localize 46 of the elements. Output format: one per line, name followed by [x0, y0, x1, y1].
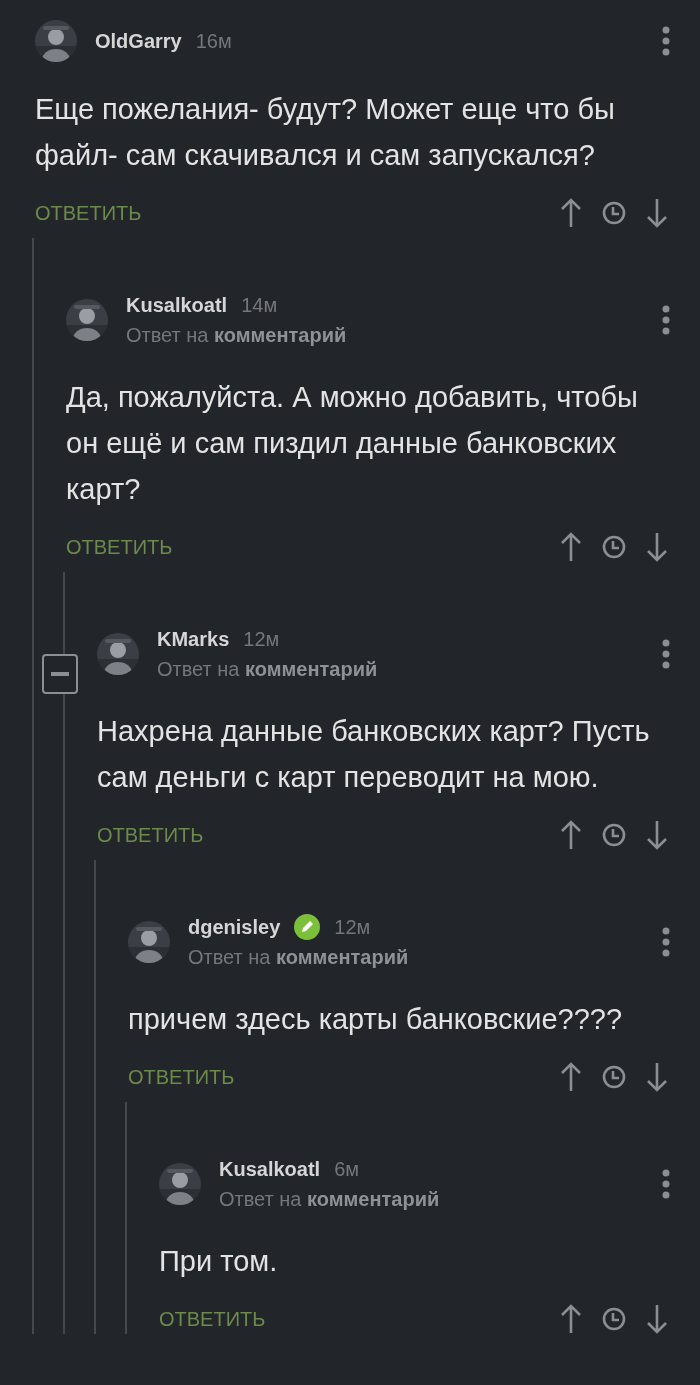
- timestamp: 6м: [334, 1157, 360, 1182]
- reply-link[interactable]: ОТВЕТИТЬ: [128, 1067, 235, 1087]
- username[interactable]: KMarks: [157, 624, 230, 654]
- collapse-button[interactable]: [42, 654, 78, 694]
- username[interactable]: dgenisley: [188, 912, 281, 942]
- reply-to-label: Ответ на комментарий: [188, 945, 410, 970]
- timestamp: 12м: [334, 915, 371, 940]
- clock-icon[interactable]: [602, 201, 626, 225]
- clock-icon[interactable]: [602, 1065, 626, 1089]
- arrow-up-icon[interactable]: [560, 1304, 582, 1334]
- reply-to-label: Ответ на комментарий: [157, 657, 379, 682]
- comment-text: Нахрена данные банковских карт? Пусть сам деньги с карт переводит на мою.: [97, 714, 651, 795]
- more-options-icon[interactable]: [662, 639, 670, 669]
- reply-link[interactable]: ОТВЕТИТЬ: [97, 825, 204, 845]
- clock-icon[interactable]: [602, 823, 626, 847]
- arrow-up-icon[interactable]: [560, 1062, 582, 1092]
- reply-to-label: Ответ на комментарий: [219, 1187, 441, 1212]
- username[interactable]: Kusalkoatl: [219, 1154, 321, 1184]
- timestamp: 12м: [243, 627, 280, 652]
- comment-text: Да, пожалуйста. А можно добавить, чтобы он ещё и сам пиздил данные банковских карт?: [66, 380, 639, 507]
- arrow-down-icon[interactable]: [646, 198, 668, 228]
- arrow-down-icon[interactable]: [646, 1304, 668, 1334]
- more-options-icon[interactable]: [662, 1169, 670, 1199]
- arrow-up-icon[interactable]: [560, 820, 582, 850]
- more-options-icon[interactable]: [662, 305, 670, 335]
- arrow-down-icon[interactable]: [646, 820, 668, 850]
- comment-text: При том.: [159, 1244, 279, 1279]
- arrow-up-icon[interactable]: [560, 532, 582, 562]
- reply-to-label: Ответ на комментарий: [126, 323, 348, 348]
- clock-icon[interactable]: [602, 1307, 626, 1331]
- arrow-down-icon[interactable]: [646, 1062, 668, 1092]
- reply-link[interactable]: ОТВЕТИТЬ: [35, 203, 142, 223]
- username[interactable]: OldGarry: [95, 26, 182, 56]
- comment-text: причем здесь карты банковские????: [128, 1002, 624, 1037]
- minus-icon: [51, 672, 69, 676]
- arrow-up-icon[interactable]: [560, 198, 582, 228]
- comment-text: Еще пожелания- будут? Может еще что бы файл- сам скачивался и сам запускался?: [35, 92, 616, 173]
- reply-link[interactable]: ОТВЕТИТЬ: [159, 1309, 266, 1329]
- timestamp: 16м: [195, 29, 232, 54]
- more-options-icon[interactable]: [662, 927, 670, 957]
- more-options-icon[interactable]: [662, 26, 670, 56]
- reply-link[interactable]: ОТВЕТИТЬ: [66, 537, 173, 557]
- clock-icon[interactable]: [602, 535, 626, 559]
- username[interactable]: Kusalkoatl: [126, 290, 228, 320]
- arrow-down-icon[interactable]: [646, 532, 668, 562]
- timestamp: 14м: [241, 293, 278, 318]
